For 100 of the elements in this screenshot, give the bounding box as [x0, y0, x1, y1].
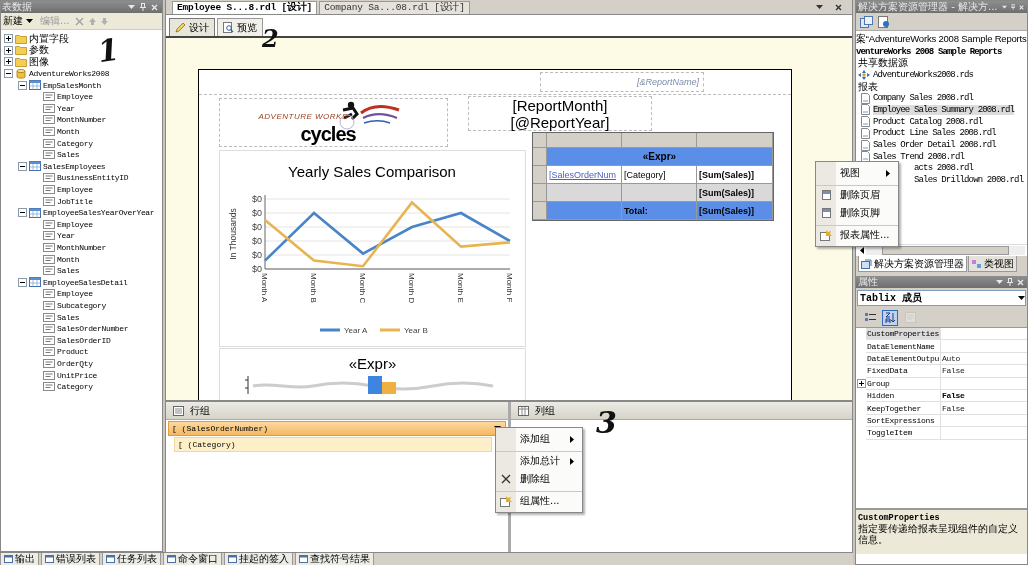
- tree-item[interactable]: Product: [57, 347, 89, 357]
- menu-item[interactable]: 添加总计: [496, 451, 582, 470]
- tree-item[interactable]: SalesOrderID: [57, 335, 111, 345]
- property-name[interactable]: CustomProperties: [866, 328, 940, 341]
- column-handle[interactable]: [547, 133, 622, 148]
- tree-item[interactable]: 报表: [858, 79, 878, 94]
- plus-icon[interactable]: [4, 45, 13, 55]
- panel-tab[interactable]: 错误列表: [41, 553, 100, 565]
- property-value[interactable]: Auto: [940, 352, 1027, 366]
- close-icon[interactable]: [835, 4, 842, 11]
- pin-icon[interactable]: [140, 3, 146, 11]
- tree-item[interactable]: EmployeeSalesDetail: [43, 277, 128, 287]
- column-handle[interactable]: [697, 133, 773, 148]
- row-handle[interactable]: [533, 202, 547, 220]
- tree-item[interactable]: Month: [57, 254, 80, 264]
- tree-item[interactable]: Product Catalog 2008.rdl: [873, 116, 983, 127]
- column-handle[interactable]: [622, 133, 697, 148]
- tree-item[interactable]: 参数: [29, 43, 49, 58]
- menu-item[interactable]: 删除页脚: [816, 204, 898, 222]
- tree-item[interactable]: AdventureWorks2008: [29, 69, 110, 79]
- tree-item[interactable]: SalesEmployees: [43, 161, 106, 171]
- property-name[interactable]: Hidden: [866, 389, 940, 403]
- object-dropdown[interactable]: Tablix 成员: [857, 290, 1026, 306]
- tree-item[interactable]: Year: [57, 231, 75, 241]
- group-item[interactable]: [ (SalesOrderNumber): [168, 421, 506, 436]
- minus-icon[interactable]: [18, 161, 27, 171]
- tree-item[interactable]: Company Sales 2008.rdl: [873, 93, 974, 104]
- tree-item[interactable]: Year: [57, 103, 75, 113]
- minus-icon[interactable]: [18, 277, 27, 287]
- property-name[interactable]: SortExpressions: [866, 414, 940, 428]
- tree-item[interactable]: ventureWorks 2008 Sample Reports: [856, 46, 1002, 57]
- view-tab[interactable]: 设计: [169, 18, 215, 36]
- tree-item[interactable]: EmployeeSalesYearOverYear: [43, 208, 155, 218]
- document-tab[interactable]: Employee S...8.rdl [设计]: [172, 1, 318, 14]
- dropdown-icon[interactable]: [1018, 295, 1025, 301]
- tree-item[interactable]: AdventureWorks2008.rds: [873, 69, 974, 80]
- property-name[interactable]: KeepTogether: [866, 402, 940, 415]
- plus-icon[interactable]: [857, 378, 866, 388]
- property-name[interactable]: ToggleItem: [866, 427, 940, 440]
- tree-item[interactable]: SalesOrderNumber: [57, 324, 129, 334]
- tree-item[interactable]: BusinessEntityID: [57, 173, 129, 183]
- tree-item[interactable]: Sales: [57, 266, 80, 276]
- tree-item[interactable]: Sales Trend 2008.rdl: [873, 151, 965, 162]
- tree-item[interactable]: UnitPrice: [57, 370, 98, 380]
- new-button[interactable]: 新建: [1, 14, 35, 28]
- row-handle[interactable]: [533, 184, 547, 202]
- tree-item[interactable]: 内置字段: [29, 31, 69, 46]
- property-name[interactable]: DataElementName: [866, 340, 940, 353]
- tree-item[interactable]: MonthNumber: [57, 243, 106, 252]
- tree-item[interactable]: OrderQty: [57, 358, 93, 368]
- property-value[interactable]: False: [940, 402, 1027, 415]
- tree-item[interactable]: 图像: [29, 55, 49, 69]
- panel-tab[interactable]: 类视图: [968, 256, 1017, 272]
- plus-icon[interactable]: [4, 34, 13, 44]
- pin-icon[interactable]: [1007, 278, 1013, 286]
- menu-item[interactable]: 删除页眉: [816, 185, 898, 204]
- minus-icon[interactable]: [4, 69, 13, 79]
- menu-item[interactable]: 组属性...: [496, 491, 582, 510]
- tree-item[interactable]: Category: [57, 382, 93, 392]
- view-tab[interactable]: 预览: [217, 18, 263, 36]
- tree-item[interactable]: MonthNumber: [57, 115, 106, 125]
- tree-item[interactable]: Sales: [57, 150, 80, 160]
- corner-handle[interactable]: [533, 133, 547, 148]
- tree-item[interactable]: Employee: [57, 92, 93, 102]
- tree-item[interactable]: 共享数据源: [858, 56, 908, 71]
- delete-icon[interactable]: [74, 16, 84, 26]
- document-tab[interactable]: Company Sa...08.rdl [设计]: [319, 1, 470, 14]
- tree-item[interactable]: Sales Order Detail 2008.rdl: [873, 140, 996, 151]
- group-item[interactable]: [ (Category): [174, 437, 492, 452]
- menu-item[interactable]: 报表属性...: [816, 225, 898, 244]
- row-handle[interactable]: [533, 166, 547, 184]
- tree-item[interactable]: 案“AdventureWorks 2008 Sample Reports: [856, 33, 1027, 47]
- tree-item[interactable]: Sales Drilldown 2008.rdl: [914, 175, 1024, 186]
- property-name[interactable]: DataElementOutpu: [866, 352, 940, 366]
- tree-item[interactable]: acts 2008.rdl: [914, 163, 974, 174]
- minus-icon[interactable]: [18, 208, 27, 218]
- property-value[interactable]: False: [940, 365, 1027, 378]
- scrollbar-thumb[interactable]: [881, 246, 1010, 255]
- dropdown-icon[interactable]: [816, 5, 823, 10]
- tree-item[interactable]: Product Line Sales 2008.rdl: [873, 128, 996, 139]
- menu-item[interactable]: 视图: [816, 164, 898, 182]
- plus-icon[interactable]: [4, 57, 13, 67]
- tree-item[interactable]: Month: [57, 127, 80, 137]
- menu-item[interactable]: 删除组: [496, 470, 582, 488]
- property-name[interactable]: FixedData: [866, 365, 940, 378]
- tree-item[interactable]: JobTitle: [57, 196, 93, 206]
- tree-item[interactable]: Employee: [57, 289, 93, 299]
- panel-tab[interactable]: 挂起的签入: [224, 553, 293, 565]
- minus-icon[interactable]: [18, 80, 27, 90]
- property-value[interactable]: False: [940, 389, 1027, 403]
- row-handle[interactable]: [533, 148, 547, 166]
- panel-tab[interactable]: 解决方案资源管理器: [858, 256, 967, 272]
- tree-item[interactable]: EmpSalesMonth: [43, 80, 101, 90]
- tree-item[interactable]: Category: [57, 138, 93, 148]
- tree-item[interactable]: Employee: [57, 185, 93, 194]
- show-files-icon[interactable]: [860, 15, 873, 28]
- panel-tab[interactable]: 输出: [0, 553, 39, 565]
- tree-item[interactable]: Employee: [57, 219, 93, 229]
- dropdown-icon[interactable]: [26, 18, 33, 24]
- panel-tab[interactable]: 任务列表: [102, 553, 161, 565]
